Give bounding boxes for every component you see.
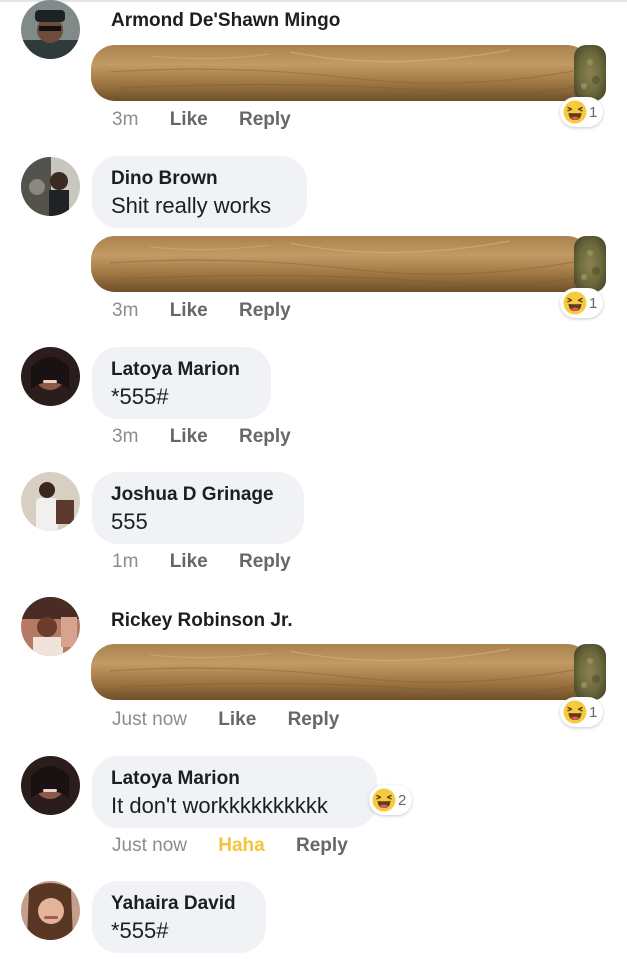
comment-actions: 3m Like Reply xyxy=(112,109,291,131)
haha-reaction-button[interactable]: Haha xyxy=(218,835,264,857)
like-button[interactable]: Like xyxy=(170,109,208,131)
haha-emoji-icon xyxy=(372,788,396,812)
avatar[interactable] xyxy=(21,472,80,531)
reaction-badge[interactable]: 1 xyxy=(560,697,604,727)
cigar-sticker xyxy=(90,42,608,104)
reaction-badge[interactable]: 1 xyxy=(560,97,604,127)
reply-button[interactable]: Reply xyxy=(239,426,291,448)
reply-button[interactable]: Reply xyxy=(288,709,340,731)
avatar[interactable] xyxy=(21,881,80,940)
comment-bubble: Latoya Marion *555# xyxy=(92,347,271,419)
avatar[interactable] xyxy=(21,157,80,216)
reaction-count: 2 xyxy=(398,791,407,809)
comment-time[interactable]: 1m xyxy=(112,551,138,573)
comment-bubble: Dino Brown Shit really works xyxy=(92,156,307,228)
avatar[interactable] xyxy=(21,0,80,59)
commenter-name[interactable]: Latoya Marion xyxy=(111,359,240,381)
avatar[interactable] xyxy=(21,756,80,815)
like-button[interactable]: Like xyxy=(218,709,256,731)
cigar-sticker xyxy=(90,641,608,703)
reply-button[interactable]: Reply xyxy=(239,300,291,322)
cigar-sticker xyxy=(90,233,608,295)
comment-text: *555# xyxy=(111,918,169,943)
commenter-name[interactable]: Dino Brown xyxy=(111,168,218,190)
comment-actions: Just now Like Reply xyxy=(112,709,339,731)
top-divider xyxy=(0,0,627,2)
comment-bubble: Yahaira David *555# xyxy=(92,881,266,953)
commenter-name[interactable]: Latoya Marion xyxy=(111,768,240,790)
reply-button[interactable]: Reply xyxy=(239,551,291,573)
reply-button[interactable]: Reply xyxy=(239,109,291,131)
reaction-badge[interactable]: 1 xyxy=(560,288,604,318)
reply-button[interactable]: Reply xyxy=(296,835,348,857)
like-button[interactable]: Like xyxy=(170,551,208,573)
comment-actions: Just now Haha Reply xyxy=(112,835,348,857)
commenter-name[interactable]: Joshua D Grinage xyxy=(111,484,274,506)
commenter-name[interactable]: Yahaira David xyxy=(111,893,236,915)
reaction-badge[interactable]: 2 xyxy=(369,785,413,815)
comment-time[interactable]: 3m xyxy=(112,300,138,322)
reaction-count: 1 xyxy=(589,103,598,121)
comment-actions: 1m Like Reply xyxy=(112,551,291,573)
comment-time[interactable]: Just now xyxy=(112,835,187,857)
like-button[interactable]: Like xyxy=(170,426,208,448)
avatar[interactable] xyxy=(21,597,80,656)
haha-emoji-icon xyxy=(563,100,587,124)
comment-bubble: Latoya Marion It don't workkkkkkkkkk xyxy=(92,756,377,828)
haha-emoji-icon xyxy=(563,291,587,315)
reaction-count: 1 xyxy=(589,294,598,312)
comment-actions: 3m Like Reply xyxy=(112,300,291,322)
comment-text: 555 xyxy=(111,509,148,534)
avatar[interactable] xyxy=(21,347,80,406)
commenter-name[interactable]: Armond De'Shawn Mingo xyxy=(111,10,340,32)
comment-text: Shit really works xyxy=(111,193,272,218)
comment-text: It don't workkkkkkkkkk xyxy=(111,793,328,818)
comment-text: *555# xyxy=(111,384,169,409)
like-button[interactable]: Like xyxy=(170,300,208,322)
comment-time[interactable]: 3m xyxy=(112,426,138,448)
comment-bubble: Joshua D Grinage 555 xyxy=(92,472,304,544)
reaction-count: 1 xyxy=(589,703,598,721)
comment-time[interactable]: Just now xyxy=(112,709,187,731)
comment-time[interactable]: 3m xyxy=(112,109,138,131)
haha-emoji-icon xyxy=(563,700,587,724)
commenter-name[interactable]: Rickey Robinson Jr. xyxy=(111,610,293,632)
comment-actions: 3m Like Reply xyxy=(112,426,291,448)
